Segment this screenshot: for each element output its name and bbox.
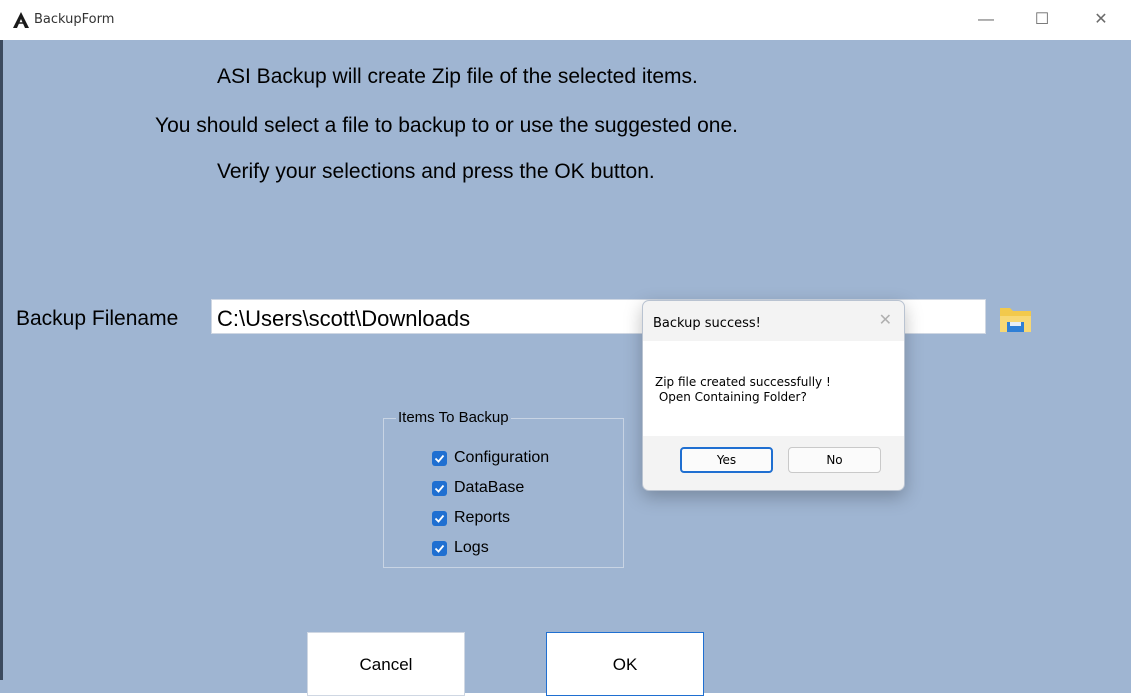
checkbox-checked-icon[interactable] bbox=[432, 481, 447, 496]
minimize-button[interactable]: — bbox=[963, 0, 1009, 40]
dialog-message-area: Zip file created successfully ! Open Con… bbox=[643, 341, 904, 436]
dialog-no-button[interactable]: No bbox=[788, 447, 881, 473]
window-left-edge bbox=[0, 40, 3, 680]
dialog-message-line-1: Zip file created successfully ! bbox=[655, 375, 831, 389]
checkbox-checked-icon[interactable] bbox=[432, 541, 447, 556]
instruction-line-2: You should select a file to backup to or… bbox=[155, 114, 738, 137]
checkbox-label: Reports bbox=[454, 509, 511, 526]
checkbox-checked-icon[interactable] bbox=[432, 511, 447, 526]
dialog-close-icon[interactable]: ✕ bbox=[879, 310, 892, 330]
window-title: BackupForm bbox=[34, 12, 115, 27]
backup-filename-label: Backup Filename bbox=[16, 307, 179, 330]
checkbox-label: DataBase bbox=[454, 479, 525, 496]
dialog-title: Backup success! bbox=[653, 316, 761, 331]
checkbox-checked-icon[interactable] bbox=[432, 451, 447, 466]
ok-button[interactable]: OK bbox=[546, 632, 704, 696]
title-bar[interactable]: BackupForm — ☐ ✕ bbox=[0, 0, 1131, 40]
backup-success-dialog: Backup success! ✕ Zip file created succe… bbox=[642, 300, 905, 491]
close-window-button[interactable]: ✕ bbox=[1078, 0, 1124, 40]
instruction-line-3: Verify your selections and press the OK … bbox=[217, 160, 655, 183]
app-logo-icon bbox=[12, 11, 30, 29]
maximize-button[interactable]: ☐ bbox=[1019, 0, 1065, 40]
dialog-message-line-2: Open Containing Folder? bbox=[655, 390, 807, 404]
dialog-yes-button[interactable]: Yes bbox=[680, 447, 773, 473]
cancel-button[interactable]: Cancel bbox=[307, 632, 465, 696]
folder-icon[interactable] bbox=[996, 300, 1036, 336]
backup-form-window: BackupForm — ☐ ✕ ASI Backup will create … bbox=[0, 0, 1131, 696]
checkbox-label: Logs bbox=[454, 539, 489, 556]
instruction-line-1: ASI Backup will create Zip file of the s… bbox=[217, 65, 698, 88]
items-to-backup-title: Items To Backup bbox=[396, 409, 511, 426]
checkbox-label: Configuration bbox=[454, 449, 550, 466]
